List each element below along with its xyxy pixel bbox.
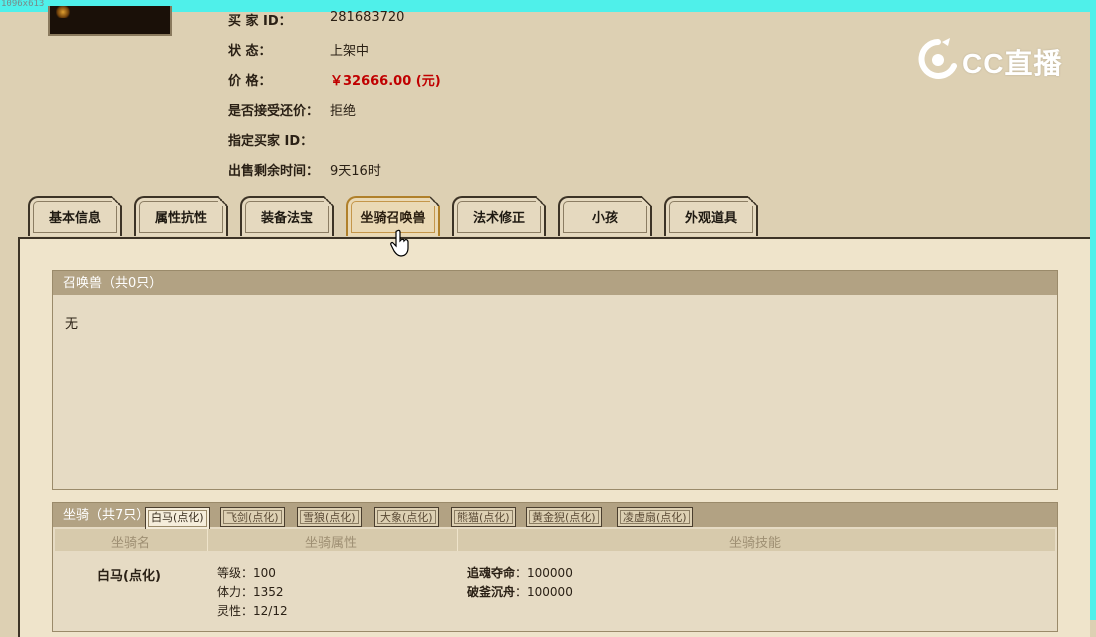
buyer-id-value: 281683720 (330, 10, 405, 25)
mount-skill-2-name: 破釜沉舟 (467, 585, 516, 599)
tab-appearance[interactable]: 外观道具 (664, 196, 758, 236)
pets-panel: 召唤兽（共0只） 无 (52, 270, 1058, 490)
counteroffer-label: 是否接受还价： (228, 104, 320, 119)
mount-table-header: 坐骑名 坐骑属性 坐骑技能 (55, 529, 1055, 551)
mount-tab-flying-sword[interactable]: 飞剑(点化) (220, 507, 285, 527)
buyer-id-label: 买 家 ID： (228, 14, 292, 29)
remaining-time-label: 出售剩余时间： (228, 164, 320, 179)
tab-spell-mods[interactable]: 法术修正 (452, 196, 546, 236)
cc-logo-icon (918, 38, 957, 79)
mount-attr-stamina: 体力：1352 (217, 585, 284, 599)
mount-attr-spirit: 灵性：12/12 (217, 604, 288, 618)
mount-skill-2: 破釜沉舟：100000 (467, 583, 573, 600)
tab-equipment[interactable]: 装备法宝 (240, 196, 334, 236)
cc-live-logo: CC直播 (916, 38, 1066, 80)
counteroffer-value: 拒绝 (330, 104, 357, 119)
mount-attr-level: 等级：100 (217, 566, 276, 580)
mount-tab-snow-wolf[interactable]: 雪狼(点化) (297, 507, 362, 527)
column-mount-attributes: 坐骑属性 (305, 536, 358, 551)
tab-basic-info[interactable]: 基本信息 (28, 196, 122, 236)
mount-skill-1-value: ：100000 (515, 566, 573, 580)
mount-skill-2-value: ：100000 (515, 585, 573, 599)
tab-child[interactable]: 小孩 (558, 196, 652, 236)
right-capture-bar (1090, 0, 1096, 620)
column-mount-skills: 坐骑技能 (729, 536, 782, 551)
mount-row: 白马(点化) 等级：100 体力：1352 灵性：12/12 追魂夺命：1000… (55, 553, 1055, 633)
pets-empty-text: 无 (65, 317, 79, 332)
mount-name: 白马(点化) (97, 569, 161, 584)
mounts-header: 坐骑（共7只） (63, 508, 145, 523)
mount-skill-1: 追魂夺命：100000 (467, 564, 573, 581)
logo-text: CC直播 (962, 48, 1063, 79)
column-divider (457, 529, 458, 551)
pets-header: 召唤兽（共0只） (53, 271, 1057, 295)
mount-tab-golden-lion[interactable]: 黄金猊(点化) (526, 507, 602, 527)
hand-cursor-icon (390, 229, 409, 257)
price-value: ￥32666.00 (元) (330, 74, 441, 89)
screen-size-label: 1096x613 (1, 0, 45, 9)
avatar-glow (56, 6, 70, 18)
mounts-panel: 坐骑（共7只） 白马(点化) 飞剑(点化) 雪狼(点化) 大象(点化) 熊猫(点… (52, 502, 1058, 632)
tab-attributes[interactable]: 属性抗性 (134, 196, 228, 236)
mount-tab-panda[interactable]: 熊猫(点化) (451, 507, 516, 527)
remaining-time-value: 9天16时 (330, 164, 381, 179)
mount-tab-lingxu-fan[interactable]: 凌虚扇(点化) (617, 507, 693, 527)
status-value: 上架中 (330, 44, 370, 59)
mount-tab-white-horse[interactable]: 白马(点化) (145, 507, 210, 529)
mount-skill-1-name: 追魂夺命 (467, 566, 516, 580)
price-label: 价 格： (228, 74, 272, 89)
status-label: 状 态： (228, 44, 272, 59)
mount-tab-elephant[interactable]: 大象(点化) (374, 507, 439, 527)
column-mount-name: 坐骑名 (111, 536, 151, 551)
designated-buyer-label: 指定买家 ID： (228, 134, 314, 149)
column-divider (207, 529, 208, 551)
